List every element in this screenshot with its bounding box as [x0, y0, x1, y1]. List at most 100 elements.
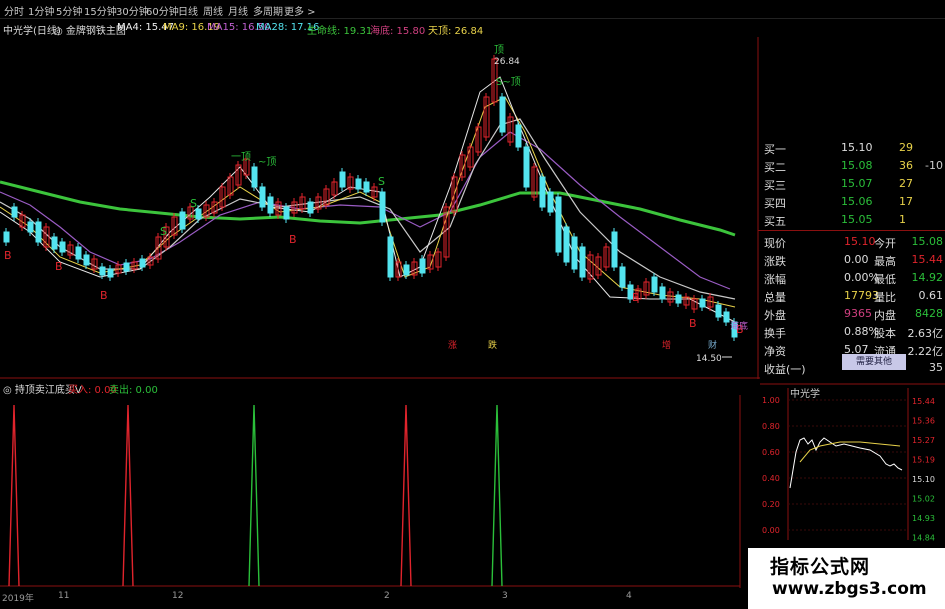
- quote-label: 涨跌: [764, 255, 786, 268]
- tab-more[interactable]: 更多 >: [284, 3, 316, 18]
- quote-label: 净资: [764, 345, 786, 358]
- tab-30min[interactable]: 30分钟: [116, 3, 149, 18]
- date-label: 12: [172, 591, 184, 601]
- peak-price: 26.84: [494, 57, 520, 67]
- bid-price: 15.08: [841, 159, 873, 172]
- mini-left-tick: 1.00: [762, 396, 780, 405]
- intraday-mini-chart[interactable]: 1.00 0.80 0.60 0.40 0.20 0.00 15.44 15.36 15.27 1…: [760, 380, 945, 548]
- lifeline-value: 生命线: 19.31: [307, 26, 373, 37]
- candle-body: [499, 96, 506, 133]
- bid-row[interactable]: 买二 15.08 36 -10: [758, 158, 945, 174]
- tab-15min[interactable]: 15分钟: [84, 3, 117, 18]
- s-signal: S: [160, 225, 167, 238]
- bid-row[interactable]: 买一 15.10 29: [758, 140, 945, 156]
- site-watermark: 指标公式网 www.zbgs3.com: [748, 548, 945, 609]
- candle-body: [699, 298, 706, 308]
- quote-value: 0.61: [918, 289, 944, 302]
- mini-left-tick: 0.40: [762, 474, 780, 483]
- tab-5min[interactable]: 5分钟: [56, 3, 82, 18]
- mini-right-tick: 15.27: [912, 436, 935, 445]
- bid-row[interactable]: 买三 15.07 27: [758, 176, 945, 192]
- mini-right-tick: 15.44: [912, 397, 935, 406]
- candle-body: [107, 268, 114, 278]
- candle-body: [579, 246, 586, 278]
- tab-1min[interactable]: 1分钟: [28, 3, 54, 18]
- quote-value: 2.22亿: [907, 345, 944, 358]
- bid-row[interactable]: 买五 15.05 1: [758, 212, 945, 228]
- candle-body: [355, 178, 362, 190]
- quote-value: 14.92: [911, 271, 944, 284]
- mini-right-tick: 14.93: [912, 514, 935, 523]
- date-label: 3: [502, 591, 508, 601]
- candle-body: [179, 211, 186, 230]
- event-tag: 跌: [488, 340, 497, 351]
- mini-right-tick: 15.02: [912, 495, 935, 504]
- formula-name[interactable]: ◎ 金牌钢铁主图: [54, 22, 126, 37]
- candle-body: [419, 258, 426, 274]
- candle-body: [555, 196, 562, 253]
- event-tag: 财: [708, 339, 717, 351]
- bid-label: 买四: [764, 197, 786, 210]
- quote-label: 股本: [874, 327, 896, 340]
- quote-label: 量比: [874, 291, 896, 304]
- bid-volume: 27: [899, 177, 913, 190]
- quote-value: 15.08: [911, 235, 944, 248]
- bid-price: 15.07: [841, 177, 873, 190]
- candle-body: [523, 146, 530, 188]
- candle-body: [99, 266, 106, 276]
- candle-body: [723, 311, 730, 323]
- quote-value: 9365: [844, 307, 872, 320]
- candle-body: [403, 264, 410, 276]
- candle-body: [619, 266, 626, 288]
- tab-60min[interactable]: 60分钟: [146, 3, 179, 18]
- tooltip-popup[interactable]: 需要其他: [842, 354, 906, 370]
- candle-body: [515, 124, 522, 148]
- mini-left-tick: 0.60: [762, 448, 780, 457]
- mid-top-marker: ~顶: [258, 156, 276, 168]
- period-toolbar: 分时 1分钟 5分钟 15分钟 30分钟 60分钟 日线 周线 月线 多周期 更…: [0, 0, 945, 19]
- divider: [758, 230, 945, 231]
- bid-volume: 17: [899, 195, 913, 208]
- candle-body: [651, 276, 658, 293]
- quote-row: 现价 15.10 今开 15.08: [758, 234, 945, 250]
- quote-label: 换手: [764, 327, 786, 340]
- bid-label: 买三: [764, 179, 786, 192]
- candle-body: [363, 181, 370, 193]
- candle-body: [75, 246, 82, 260]
- quote-label: 外盘: [764, 309, 786, 322]
- candle-body: [35, 221, 42, 243]
- quote-label: 今开: [874, 237, 896, 250]
- b-signal: B: [632, 291, 640, 304]
- b-signal: B: [100, 289, 108, 302]
- ceiling-value: 天顶: 26.84: [428, 26, 484, 37]
- bid-volume: 29: [899, 141, 913, 154]
- candle-body: [51, 236, 58, 250]
- bid-label: 买五: [764, 215, 786, 228]
- candle-body: [139, 258, 146, 268]
- tab-daily[interactable]: 日线: [178, 3, 198, 18]
- quote-label: 最高: [874, 255, 896, 268]
- b-signal: B: [689, 317, 697, 330]
- candle-body: [27, 221, 34, 233]
- candle-body: [123, 262, 130, 272]
- mini-left-tick: 0.80: [762, 422, 780, 431]
- s-signal: S: [190, 197, 197, 210]
- tab-multi-period[interactable]: 多周期: [253, 3, 283, 18]
- candlestick-chart[interactable]: 23.0022.0021.0020.0019.0018.0017.0016.00…: [0, 37, 760, 379]
- bid-change: -10: [925, 159, 943, 172]
- quote-label: 现价: [764, 237, 786, 250]
- quote-value: 2.63亿: [907, 327, 944, 340]
- oscillator-chart[interactable]: [0, 395, 760, 588]
- tab-weekly[interactable]: 周线: [203, 3, 223, 18]
- candle-body: [571, 236, 578, 270]
- candle-body: [195, 208, 202, 220]
- mini-chart-title: 中光学: [790, 389, 820, 400]
- candle-body: [387, 236, 394, 278]
- bid-row[interactable]: 买四 15.06 17: [758, 194, 945, 210]
- tab-monthly[interactable]: 月线: [228, 3, 248, 18]
- quote-row: 涨跌 0.00 最高 15.44: [758, 252, 945, 268]
- quote-row: 换手 0.88% 股本 2.63亿: [758, 324, 945, 340]
- candle-body: [3, 231, 10, 243]
- tab-intraday[interactable]: 分时: [4, 3, 24, 18]
- candle-body: [307, 201, 314, 214]
